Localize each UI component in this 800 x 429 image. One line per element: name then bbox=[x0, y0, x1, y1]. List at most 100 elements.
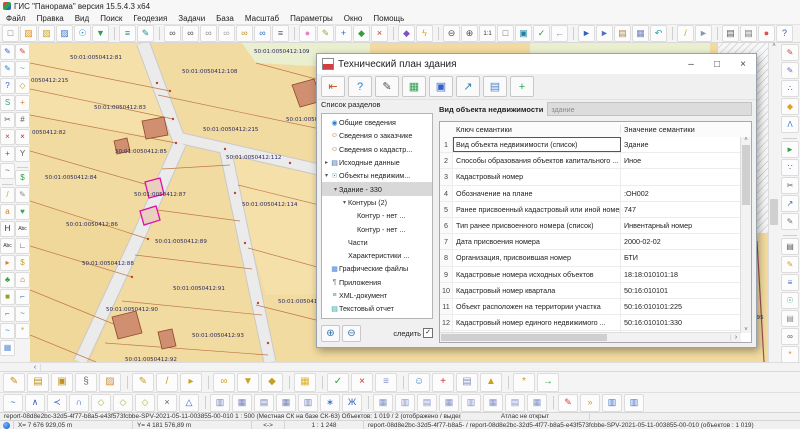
screen-select-icon[interactable]: ▣ bbox=[515, 25, 532, 42]
map-edit-icon[interactable]: ✎ bbox=[781, 256, 799, 273]
pencil-question-icon[interactable]: ? bbox=[0, 78, 15, 94]
build-truck-icon[interactable]: ■ bbox=[0, 289, 15, 305]
build-house-icon[interactable]: ⌂ bbox=[15, 272, 30, 288]
select-green-icon[interactable]: ► bbox=[781, 141, 799, 158]
semantic-key-cell[interactable]: Кадастровый номер квартала bbox=[453, 283, 621, 298]
pencil-blue-icon[interactable]: ✎ bbox=[0, 44, 15, 60]
semantic-key-cell[interactable]: Кадастровые номера исходных объектов bbox=[453, 267, 621, 282]
spline-icon[interactable]: S bbox=[0, 95, 15, 111]
follow-checkbox[interactable]: ✓ bbox=[423, 328, 433, 338]
search-by-name-icon[interactable]: ∞ bbox=[182, 25, 199, 42]
money-icon[interactable]: $ bbox=[15, 170, 30, 186]
nav-back-icon[interactable]: ← bbox=[551, 25, 568, 42]
tools-gear-icon[interactable]: * bbox=[513, 373, 535, 392]
scissors-icon[interactable]: ✂ bbox=[0, 112, 15, 128]
tree-expander-icon[interactable]: ▾ bbox=[332, 186, 339, 193]
nodes-spider-icon[interactable]: Ж bbox=[342, 394, 362, 412]
table-row[interactable]: 7Дата присвоения номера2000-02-02 bbox=[440, 234, 741, 250]
text-h-icon[interactable]: H bbox=[0, 221, 15, 237]
crosshair-icon[interactable]: + bbox=[0, 146, 15, 162]
semantic-key-cell[interactable]: Вид объекта недвижимости (список) bbox=[453, 137, 621, 152]
dlg-help-icon[interactable]: ? bbox=[348, 76, 372, 97]
topology-7-icon[interactable]: ▤ bbox=[505, 394, 525, 412]
xml-person-icon[interactable]: ☺ bbox=[408, 373, 430, 392]
semantic-key-cell[interactable]: Организация, присвоившая номер bbox=[453, 250, 621, 265]
tree-item-customer-info[interactable]: ☺Сведения о заказчике bbox=[322, 129, 432, 142]
nodes-cross-icon[interactable]: × bbox=[157, 394, 177, 412]
header-value-column[interactable]: Значение семантики bbox=[621, 125, 751, 134]
pencil-add-icon[interactable]: ✎ bbox=[0, 61, 15, 77]
header-key-column[interactable]: Ключ семантики bbox=[453, 125, 621, 134]
tree-item-realty-objects[interactable]: ▾☉Объекты недвижим... bbox=[322, 169, 432, 182]
table-horizontal-scrollbar[interactable]: › bbox=[440, 332, 741, 342]
menu-задачи[interactable]: Задачи bbox=[178, 14, 205, 23]
layer-stairs-icon[interactable]: ≡ bbox=[781, 274, 799, 291]
tree-item-source-data[interactable]: ▸▤Исходные данные bbox=[322, 156, 432, 169]
search-map-icon[interactable]: ∞ bbox=[781, 328, 799, 345]
dlg-add-table-icon[interactable]: + bbox=[510, 76, 534, 97]
table-row[interactable]: 6Тип ранее присвоенного номера (список)И… bbox=[440, 218, 741, 234]
menu-масштаб[interactable]: Масштаб bbox=[245, 14, 279, 23]
select-pencil-icon[interactable]: ✎ bbox=[317, 25, 334, 42]
pencil-red-icon[interactable]: ✎ bbox=[15, 44, 30, 60]
select-contour-icon[interactable]: ◇ bbox=[15, 78, 30, 94]
semantic-value-cell[interactable]: 50:16:010101:225 bbox=[621, 299, 741, 314]
xml-anchor-icon[interactable]: ▼ bbox=[237, 373, 259, 392]
route-edit-2-icon[interactable]: ▦ bbox=[232, 394, 252, 412]
tree-item-xml-document[interactable]: ≡XML-документ bbox=[322, 289, 432, 302]
scrollbar-thumb[interactable] bbox=[742, 145, 750, 205]
dlg-export-icon[interactable]: ↗ bbox=[456, 76, 480, 97]
settings-icon[interactable]: * bbox=[781, 346, 799, 363]
table-row[interactable]: 11Объект расположен на территории участк… bbox=[440, 299, 741, 315]
color-settings-icon[interactable]: ● bbox=[758, 25, 775, 42]
scroll-up-icon[interactable]: ˄ bbox=[744, 137, 748, 143]
layers-edit-icon[interactable]: ✎ bbox=[137, 25, 154, 42]
protractor-icon[interactable]: ◆ bbox=[781, 98, 799, 115]
task-exit-icon[interactable]: → bbox=[537, 373, 559, 392]
table-row[interactable]: 12Кадастровый номер единого недвижимого … bbox=[440, 315, 741, 331]
tree-item-characteristics[interactable]: Характеристики ... bbox=[322, 249, 432, 262]
table-row[interactable]: 4Обозначение на плане:ОН002 bbox=[440, 186, 741, 202]
semantic-key-cell[interactable]: Ранее присвоенный кадастровый или иной н… bbox=[453, 202, 621, 217]
menu-поиск[interactable]: Поиск bbox=[100, 14, 122, 23]
select-apply-icon[interactable]: ◆ bbox=[353, 25, 370, 42]
delete-object-icon[interactable]: × bbox=[0, 129, 15, 145]
table-row[interactable]: 8Организация, присвоившая номерБТИ bbox=[440, 250, 741, 266]
menu-вид[interactable]: Вид bbox=[75, 14, 89, 23]
hydro-tap-icon[interactable]: ⌐ bbox=[0, 306, 15, 322]
table-row[interactable]: 1Вид объекта недвижимости (список)Здание bbox=[440, 137, 741, 153]
xml-grid-icon[interactable]: ▦ bbox=[294, 373, 316, 392]
relief-2-icon[interactable]: ~ bbox=[15, 306, 30, 322]
new-map-icon[interactable]: □ bbox=[2, 25, 19, 42]
print-icon[interactable]: ▤ bbox=[722, 25, 739, 42]
tree-zoom-in-icon[interactable]: ⊕ bbox=[321, 325, 340, 342]
tree-item-general-info[interactable]: ◉Общие сведения bbox=[322, 116, 432, 129]
delete-small-icon[interactable]: × bbox=[15, 129, 30, 145]
dlg-semantics-icon[interactable]: ▦ bbox=[402, 76, 426, 97]
grid-blue-b-icon[interactable]: ▥ bbox=[624, 394, 644, 412]
pointer-frame-icon[interactable]: ► bbox=[596, 25, 613, 42]
hydro-2-icon[interactable]: ⌐ bbox=[15, 289, 30, 305]
scrollbar-thumb[interactable] bbox=[770, 199, 778, 225]
semantic-key-cell[interactable]: Тип ранее присвоенного номера (список) bbox=[453, 218, 621, 233]
map-vertical-scrollbar[interactable]: ˄ bbox=[768, 43, 779, 362]
nodes-swap-c-icon[interactable]: ◇ bbox=[135, 394, 155, 412]
text-abc-icon[interactable]: Abc bbox=[0, 238, 15, 254]
search-gray-icon[interactable]: ∞ bbox=[218, 25, 235, 42]
label-a-icon[interactable]: a bbox=[0, 204, 15, 220]
minimize-button[interactable]: – bbox=[678, 59, 704, 70]
xml-photo-icon[interactable]: ▣ bbox=[51, 373, 73, 392]
route-edit-1-icon[interactable]: ▥ bbox=[210, 394, 230, 412]
nodes-swap-b-icon[interactable]: ◇ bbox=[113, 394, 133, 412]
clipboard-icon[interactable]: ▤ bbox=[614, 25, 631, 42]
smooth-curve-icon[interactable]: ~ bbox=[0, 163, 15, 179]
folder-convert-icon[interactable]: ▨ bbox=[99, 373, 121, 392]
tree-item-contours[interactable]: ▾Контуры (2) bbox=[322, 196, 432, 209]
xml-link-icon[interactable]: ∞ bbox=[213, 373, 235, 392]
node-bend-icon[interactable]: ≺ bbox=[47, 394, 67, 412]
import-image-icon[interactable]: ▦ bbox=[0, 340, 15, 356]
select-clear-icon[interactable]: × bbox=[371, 25, 388, 42]
object-list-icon[interactable]: ≡ bbox=[272, 25, 289, 42]
close-button[interactable]: × bbox=[730, 59, 756, 70]
object-kind-input[interactable] bbox=[547, 102, 752, 116]
